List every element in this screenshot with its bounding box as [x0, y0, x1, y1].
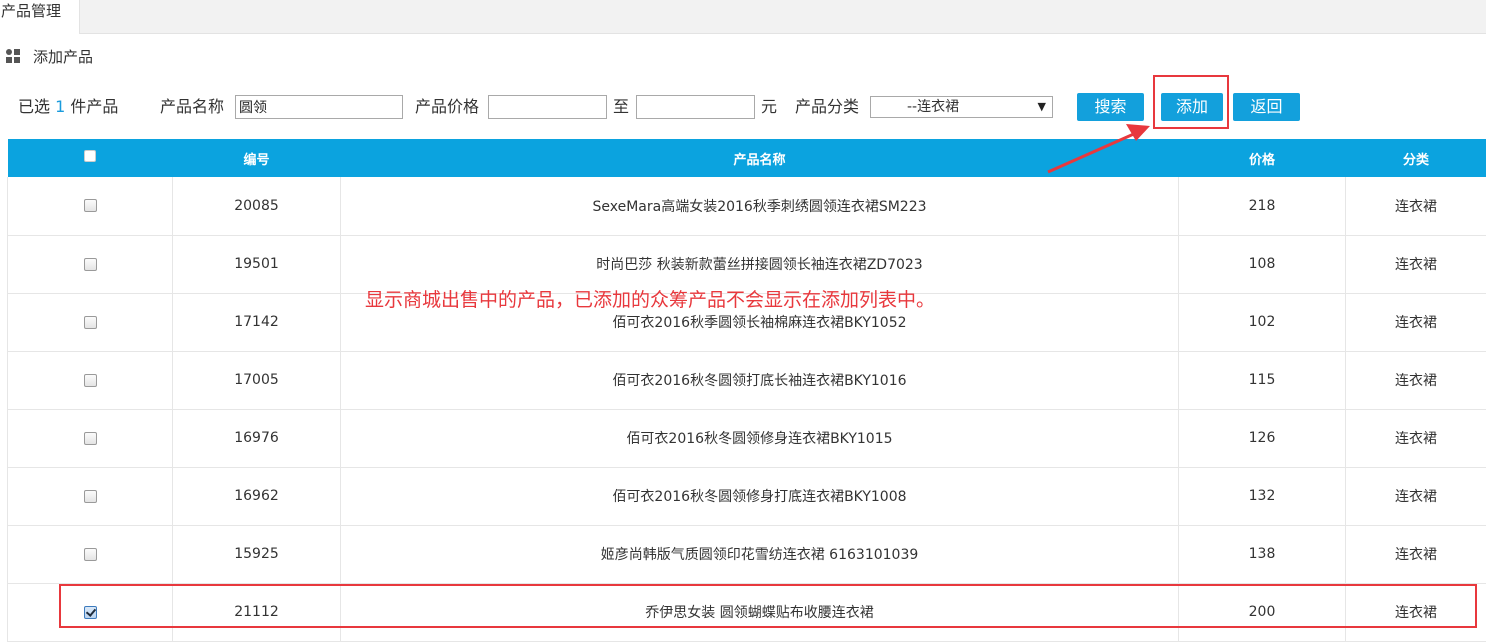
row-category: 连衣裙 — [1346, 293, 1486, 351]
row-price: 218 — [1179, 177, 1346, 235]
table-header-row: 编号 产品名称 价格 分类 — [8, 139, 1486, 177]
row-product-name: SexeMara高端女装2016秋季刺绣圆领连衣裙SM223 — [341, 177, 1179, 235]
table-row: 20085SexeMara高端女装2016秋季刺绣圆领连衣裙SM223218连衣… — [8, 177, 1486, 235]
product-table: 编号 产品名称 价格 分类 20085SexeMara高端女装2016秋季刺绣圆… — [7, 139, 1486, 642]
row-checkbox[interactable] — [84, 316, 97, 329]
tab-label: 产品管理 — [1, 2, 61, 20]
row-id: 17005 — [173, 351, 341, 409]
header-category: 分类 — [1346, 139, 1486, 177]
row-select-cell — [8, 525, 173, 583]
table-row: 17005佰可衣2016秋冬圆领打底长袖连衣裙BKY1016115连衣裙 — [8, 351, 1486, 409]
row-price: 115 — [1179, 351, 1346, 409]
row-select-cell — [8, 293, 173, 351]
row-price: 132 — [1179, 467, 1346, 525]
row-id: 19501 — [173, 235, 341, 293]
row-select-cell — [8, 351, 173, 409]
dropdown-caret-icon: ▼ — [1038, 97, 1046, 117]
row-price: 138 — [1179, 525, 1346, 583]
table-row: 15925姬彦尚韩版气质圆领印花雪纺连衣裙 6163101039138连衣裙 — [8, 525, 1486, 583]
price-to-label: 至 — [613, 94, 629, 120]
row-checkbox[interactable] — [84, 432, 97, 445]
row-checkbox[interactable] — [84, 548, 97, 561]
selected-count: 1 — [55, 97, 65, 116]
row-category: 连衣裙 — [1346, 409, 1486, 467]
row-price: 126 — [1179, 409, 1346, 467]
row-id: 17142 — [173, 293, 341, 351]
row-category: 连衣裙 — [1346, 177, 1486, 235]
row-price: 102 — [1179, 293, 1346, 351]
product-name-label: 产品名称 — [160, 94, 224, 120]
row-select-cell — [8, 409, 173, 467]
row-checkbox[interactable] — [84, 258, 97, 271]
row-id: 15925 — [173, 525, 341, 583]
price-unit-label: 元 — [761, 94, 777, 120]
row-product-name: 姬彦尚韩版气质圆领印花雪纺连衣裙 6163101039 — [341, 525, 1179, 583]
row-product-name: 佰可衣2016秋冬圆领修身打底连衣裙BKY1008 — [341, 467, 1179, 525]
add-button-highlight — [1153, 75, 1229, 129]
row-product-name: 佰可衣2016秋冬圆领修身连衣裙BKY1015 — [341, 409, 1179, 467]
product-name-input[interactable] — [235, 95, 403, 119]
row-category: 连衣裙 — [1346, 351, 1486, 409]
selected-row-highlight — [59, 584, 1477, 628]
selected-count-label: 已选 1 件产品 — [18, 94, 118, 120]
grid-icon — [6, 49, 21, 64]
table-row: 16962佰可衣2016秋冬圆领修身打底连衣裙BKY1008132连衣裙 — [8, 467, 1486, 525]
row-checkbox[interactable] — [84, 374, 97, 387]
category-select-value: --连衣裙 — [907, 99, 959, 115]
select-all-header — [8, 139, 173, 177]
tab-product-management[interactable]: 产品管理 — [0, 0, 80, 34]
row-id: 16962 — [173, 467, 341, 525]
product-price-label: 产品价格 — [415, 94, 479, 120]
back-button[interactable]: 返回 — [1233, 93, 1300, 121]
row-id: 20085 — [173, 177, 341, 235]
row-select-cell — [8, 235, 173, 293]
section-header: 添加产品 — [6, 44, 93, 68]
row-product-name: 佰可衣2016秋冬圆领打底长袖连衣裙BKY1016 — [341, 351, 1179, 409]
row-id: 16976 — [173, 409, 341, 467]
annotation-text: 显示商城出售中的产品，已添加的众筹产品不会显示在添加列表中。 — [365, 285, 935, 312]
row-category: 连衣裙 — [1346, 235, 1486, 293]
row-category: 连衣裙 — [1346, 467, 1486, 525]
select-all-checkbox[interactable] — [84, 150, 96, 162]
category-select[interactable]: --连衣裙 ▼ — [870, 96, 1053, 118]
header-name: 产品名称 — [341, 139, 1179, 177]
row-select-cell — [8, 467, 173, 525]
price-max-input[interactable] — [636, 95, 755, 119]
row-checkbox[interactable] — [84, 490, 97, 503]
row-price: 108 — [1179, 235, 1346, 293]
price-min-input[interactable] — [488, 95, 607, 119]
tab-bar: 产品管理 — [0, 0, 1486, 34]
header-price: 价格 — [1179, 139, 1346, 177]
category-label: 产品分类 — [795, 94, 859, 120]
row-checkbox[interactable] — [84, 199, 97, 212]
row-select-cell — [8, 177, 173, 235]
search-button[interactable]: 搜索 — [1077, 93, 1144, 121]
table-row: 16976佰可衣2016秋冬圆领修身连衣裙BKY1015126连衣裙 — [8, 409, 1486, 467]
header-id: 编号 — [173, 139, 341, 177]
section-title: 添加产品 — [33, 46, 93, 67]
row-category: 连衣裙 — [1346, 525, 1486, 583]
